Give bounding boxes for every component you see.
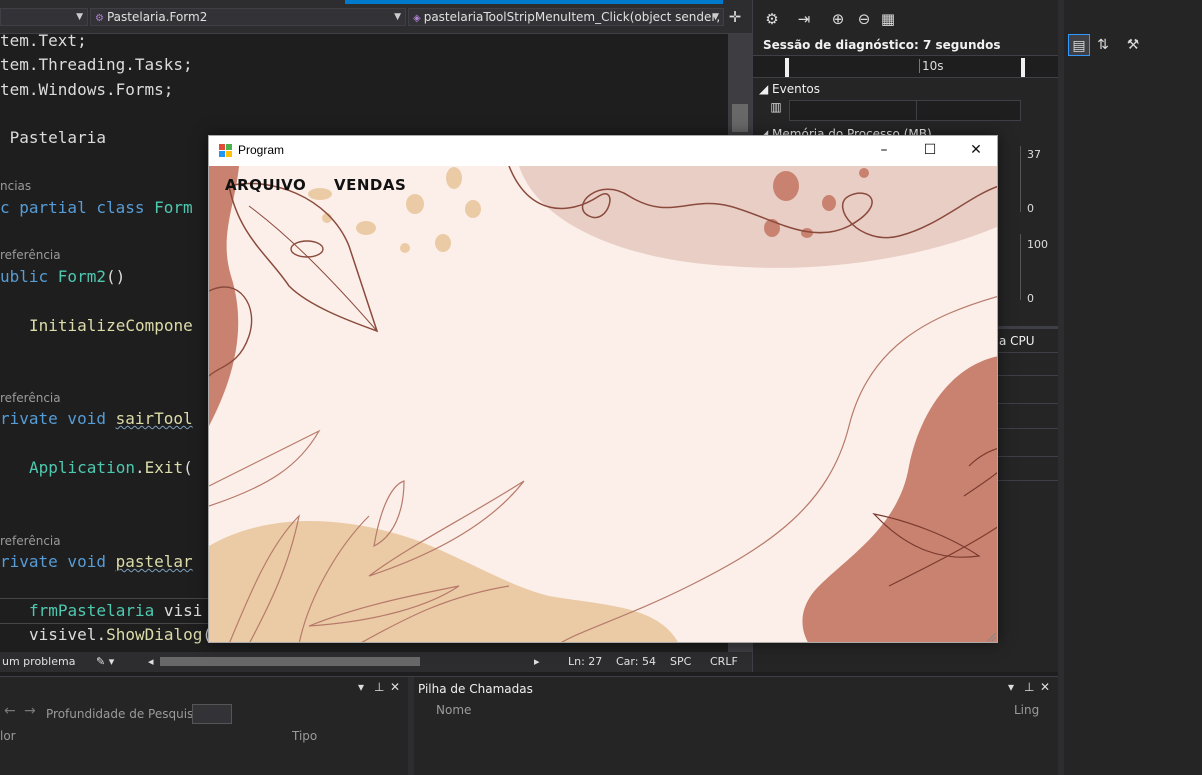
timeline-tick-label: 10s xyxy=(919,59,944,73)
scroll-left-icon[interactable]: ◂ xyxy=(148,655,154,668)
code-line: Application.Exit( xyxy=(29,458,193,477)
code-line: tem.Windows.Forms; xyxy=(0,80,174,99)
chevron-down-icon: ▼ xyxy=(76,12,83,22)
search-depth-label: Profundidade de Pesquisa: xyxy=(46,707,205,721)
problems-indicator[interactable]: um problema xyxy=(2,655,75,668)
split-editor-icon[interactable]: ✛ xyxy=(726,7,744,27)
memory-axis-max: 37 xyxy=(1027,148,1041,161)
member-combo-text: pastelariaToolStripMenuItem_Click(object… xyxy=(423,10,724,24)
session-label: Sessão de diagnóstico: 7 segundos xyxy=(763,38,1001,52)
dropdown-icon[interactable]: ▾ xyxy=(358,680,364,694)
reset-zoom-icon[interactable]: ▦ xyxy=(877,10,899,30)
member-combo[interactable]: ◈ pastelariaToolStripMenuItem_Click(objec… xyxy=(408,8,724,26)
class-combo-text: Pastelaria.Form2 xyxy=(106,10,208,24)
window-title: Program xyxy=(238,143,285,157)
zoom-out-icon[interactable]: ⊖ xyxy=(853,10,875,30)
scroll-right-icon[interactable]: ▸ xyxy=(534,655,540,668)
class-combo[interactable]: ⚙ Pastelaria.Form2 ▼ xyxy=(90,8,406,26)
column-header-name[interactable]: Nome xyxy=(436,703,471,717)
column-header-value[interactable]: lor xyxy=(0,729,16,743)
menu-arquivo[interactable]: ARQUIVO xyxy=(225,176,306,194)
code-line: rivate void sairTool xyxy=(0,409,193,428)
close-icon[interactable]: ✕ xyxy=(390,680,400,694)
menu-vendas[interactable]: VENDAS xyxy=(334,176,406,194)
brush-icon[interactable]: ✎ ▾ xyxy=(96,655,114,668)
search-depth-dropdown[interactable] xyxy=(192,704,232,724)
codelens-hint[interactable]: ncias xyxy=(0,179,31,193)
program-window[interactable]: Program – ☐ ✕ ARQUIVO VENDAS xyxy=(208,135,998,643)
editor-navigation-bar: ▼ ⚙ Pastelaria.Form2 ▼ ◈ pastelariaToolStr… xyxy=(0,0,752,34)
call-stack-title[interactable]: Pilha de Chamadas xyxy=(418,682,533,696)
forward-arrow-icon[interactable]: → xyxy=(24,703,36,719)
back-arrow-icon[interactable]: ← xyxy=(4,703,16,719)
cpu-axis-max: 100 xyxy=(1027,238,1048,251)
codelens-hint[interactable]: referência xyxy=(0,248,61,262)
editor-horizontal-scrollbar-thumb[interactable] xyxy=(160,657,420,666)
codelens-hint[interactable]: referência xyxy=(0,391,61,405)
line-ending[interactable]: CRLF xyxy=(710,655,738,668)
events-section-header[interactable]: ◢ Eventos xyxy=(759,82,820,96)
wrench-icon[interactable]: ⚒ xyxy=(1122,34,1144,56)
categorized-view-icon[interactable]: ▤ xyxy=(1068,34,1090,56)
code-line: InitializeCompone xyxy=(29,316,193,335)
pause-icon[interactable]: ▥ xyxy=(765,100,787,120)
code-line: Pastelaria xyxy=(0,128,106,147)
timeline-start-handle[interactable] xyxy=(785,58,789,77)
dropdown-icon[interactable]: ▾ xyxy=(1008,680,1014,694)
minimize-button[interactable]: – xyxy=(861,136,907,166)
close-button[interactable]: ✕ xyxy=(953,136,997,166)
maximize-button[interactable]: ☐ xyxy=(907,136,953,166)
scrollbar-thumb[interactable] xyxy=(732,104,748,132)
column-header-type[interactable]: Tipo xyxy=(292,729,317,743)
method-icon: ◈ xyxy=(413,13,421,24)
zoom-in-icon[interactable]: ⊕ xyxy=(827,10,849,30)
chevron-down-icon: ▼ xyxy=(394,12,401,22)
timeline-ruler[interactable]: 10s xyxy=(753,55,1059,78)
column-header-language[interactable]: Ling xyxy=(1014,703,1039,717)
line-number[interactable]: Ln: 27 xyxy=(568,655,602,668)
window-title-bar[interactable]: Program – ☐ ✕ xyxy=(209,136,997,166)
indent-mode[interactable]: SPC xyxy=(670,655,691,668)
project-combo[interactable]: ▼ xyxy=(0,8,88,26)
cpu-usage-tab[interactable]: a CPU xyxy=(999,334,1035,348)
code-line: c partial class Form xyxy=(0,198,193,217)
code-line: tem.Text; xyxy=(0,34,87,50)
properties-panel: ▤ ⇅ ⚒ xyxy=(1058,0,1202,775)
floral-background-image xyxy=(209,166,997,642)
resize-grip-icon[interactable] xyxy=(985,630,997,642)
pin-icon[interactable]: ⊥ xyxy=(1024,680,1034,694)
code-line: visivel.ShowDialog(); xyxy=(29,625,231,644)
app-icon xyxy=(219,144,232,157)
code-line: ublic Form2() xyxy=(0,267,126,286)
column-number[interactable]: Car: 54 xyxy=(616,655,656,668)
bottom-panels: ▾ ⊥ ✕ ← → Profundidade de Pesquisa: lor … xyxy=(0,676,1058,775)
timeline-end-handle[interactable] xyxy=(1021,58,1025,77)
codelens-hint[interactable]: referência xyxy=(0,534,61,548)
diagnostic-toolbar: ⚙ ⇥ ⊕ ⊖ ▦ xyxy=(753,6,1059,32)
memory-axis-min: 0 xyxy=(1027,202,1034,215)
panel-splitter[interactable] xyxy=(408,677,414,775)
alphabetical-sort-icon[interactable]: ⇅ xyxy=(1092,34,1114,56)
code-line: tem.Threading.Tasks; xyxy=(0,55,193,74)
cpu-axis-min: 0 xyxy=(1027,292,1034,305)
form-menu-strip: ARQUIVO VENDAS xyxy=(225,176,428,194)
active-tab-indicator xyxy=(345,0,723,4)
export-icon[interactable]: ⇥ xyxy=(793,10,815,30)
events-label: Eventos xyxy=(772,82,821,96)
class-icon: ⚙ xyxy=(95,13,104,24)
code-line: frmPastelaria visi xyxy=(29,601,203,620)
pin-icon[interactable]: ⊥ xyxy=(374,680,384,694)
code-line: rivate void pastelar xyxy=(0,552,193,571)
chevron-down-icon: ▼ xyxy=(712,12,719,22)
close-icon[interactable]: ✕ xyxy=(1040,680,1050,694)
settings-icon[interactable]: ⚙ xyxy=(761,10,783,30)
form-client-area: ARQUIVO VENDAS xyxy=(209,166,997,642)
events-track xyxy=(789,100,1021,121)
